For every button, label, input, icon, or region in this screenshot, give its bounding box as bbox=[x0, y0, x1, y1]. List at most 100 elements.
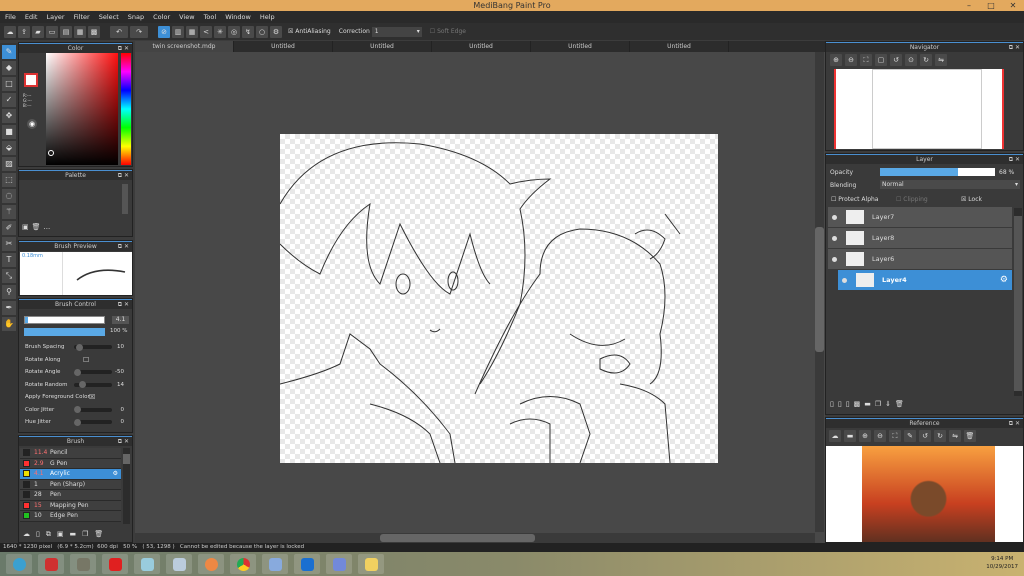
color-picker-handle[interactable] bbox=[48, 150, 54, 156]
fit-icon[interactable]: ⛶ bbox=[889, 430, 901, 442]
layer-visibility-icon[interactable] bbox=[842, 277, 847, 283]
snap-concentric-icon[interactable]: ◎ bbox=[228, 25, 240, 38]
dot-tool-icon[interactable]: □ bbox=[2, 77, 16, 91]
merge-down-icon[interactable]: ⇓ bbox=[885, 400, 891, 408]
layer-list-scrollbar[interactable] bbox=[1014, 208, 1022, 396]
operation-tool-icon[interactable]: ⤡ bbox=[2, 269, 16, 283]
clipping-checkbox[interactable]: ☐ Clipping bbox=[896, 196, 928, 203]
antialiasing-checkbox[interactable]: ☒ AntiAliasing bbox=[288, 28, 331, 35]
start-button[interactable] bbox=[6, 554, 32, 574]
rotate-random-slider[interactable] bbox=[74, 381, 112, 388]
select-pen-icon[interactable]: ✓ bbox=[2, 93, 16, 107]
brush-item[interactable]: 1 Pen (Sharp) bbox=[20, 479, 121, 490]
close-button[interactable]: ✕ bbox=[1002, 0, 1024, 11]
snap-radial-icon[interactable]: ✳ bbox=[214, 25, 226, 38]
layer-settings-gear-icon[interactable]: ⚙ bbox=[1000, 275, 1008, 285]
magic-wand-icon[interactable]: ⚚ bbox=[2, 205, 16, 219]
brush-item[interactable]: 4.1 Acrylic ⚙ bbox=[20, 469, 121, 480]
snap-grid-icon[interactable]: ▦ bbox=[186, 25, 198, 38]
snap-parallel-icon[interactable]: ▥ bbox=[172, 25, 184, 38]
taskbar-app-monitor[interactable] bbox=[166, 554, 192, 574]
delete-layer-icon[interactable]: 🗑 bbox=[895, 400, 904, 408]
cloud-icon[interactable]: ☁ bbox=[4, 25, 16, 38]
correction-select[interactable]: 1 ▾ bbox=[371, 26, 422, 37]
taskbar-app-medibang[interactable] bbox=[198, 554, 224, 574]
apply-foreground-checkbox[interactable]: ☒ bbox=[89, 393, 95, 401]
horizontal-scrollbar[interactable] bbox=[135, 533, 815, 543]
folder-icon[interactable]: ▬ bbox=[69, 530, 76, 539]
blending-select[interactable]: Normal ▾ bbox=[880, 180, 1020, 189]
new-brush-icon[interactable]: ▯ bbox=[36, 530, 40, 539]
palette-scrollbar[interactable] bbox=[122, 184, 128, 214]
fill-rect-icon[interactable]: ■ bbox=[2, 125, 16, 139]
undo-icon[interactable]: ↶ bbox=[110, 25, 128, 38]
panel-close-icon[interactable]: ⧉ ✕ bbox=[1009, 419, 1020, 429]
menu-window[interactable]: Window bbox=[225, 11, 251, 23]
menu-view[interactable]: View bbox=[179, 11, 194, 23]
rotate-right-icon[interactable]: ↻ bbox=[934, 430, 946, 442]
system-clock[interactable]: 9:14 PM 10/29/2017 bbox=[986, 555, 1018, 571]
rotate-angle-slider[interactable] bbox=[74, 368, 112, 376]
snap-curve-icon[interactable]: ↯ bbox=[242, 25, 254, 38]
actual-size-icon[interactable]: ▢ bbox=[875, 54, 887, 66]
panel-close-icon[interactable]: ⧉ ✕ bbox=[118, 242, 129, 252]
saturation-value-picker[interactable] bbox=[46, 53, 118, 165]
drawing-canvas[interactable] bbox=[279, 134, 718, 464]
rotate-left-icon[interactable]: ↺ bbox=[890, 54, 902, 66]
taskbar-app-paint[interactable] bbox=[262, 554, 288, 574]
lock-checkbox[interactable]: ☒ Lock bbox=[961, 196, 982, 203]
select-eraser-icon[interactable]: ✂ bbox=[2, 237, 16, 251]
protect-alpha-checkbox[interactable]: ☐ Protect Alpha bbox=[831, 196, 878, 203]
color-wheel-icon[interactable]: ◉ bbox=[27, 119, 37, 129]
panel-close-icon[interactable]: ⧉ ✕ bbox=[118, 300, 129, 310]
menu-file[interactable]: File bbox=[5, 11, 16, 23]
cloud-brush-icon[interactable]: ☁ bbox=[23, 530, 30, 539]
maximize-button[interactable]: □ bbox=[980, 0, 1002, 11]
eyedropper-icon[interactable]: ⚲ bbox=[2, 285, 16, 299]
cloud-import-icon[interactable]: ☁ bbox=[829, 430, 841, 442]
brush-item[interactable]: 2.9 G Pen bbox=[20, 458, 121, 469]
taskbar-app-chrome[interactable] bbox=[230, 554, 256, 574]
panel-close-icon[interactable]: ⧉ ✕ bbox=[1009, 43, 1020, 53]
brush-item[interactable]: 10 Edge Pen bbox=[20, 511, 121, 522]
brush-item[interactable]: 28 Pen bbox=[20, 490, 121, 501]
comment-icon[interactable]: ▰ bbox=[32, 25, 44, 38]
bucket-tool-icon[interactable]: ⬙ bbox=[2, 141, 16, 155]
tab-untitled[interactable]: Untitled bbox=[531, 41, 630, 52]
soft-edge-checkbox[interactable]: ☐ Soft Edge bbox=[430, 28, 466, 35]
tab-untitled[interactable]: Untitled bbox=[234, 41, 333, 52]
tab-twin-screenshot[interactable]: twin screenshot.mdp bbox=[135, 41, 234, 52]
palette-more-button[interactable]: ... bbox=[44, 223, 51, 231]
rotate-left-icon[interactable]: ↺ bbox=[919, 430, 931, 442]
brush-list-scrollbar[interactable] bbox=[123, 448, 130, 524]
color-jitter-slider[interactable] bbox=[74, 406, 112, 413]
rotate-reset-icon[interactable]: ⊙ bbox=[905, 54, 917, 66]
brush-size-value[interactable]: 4.1 bbox=[112, 316, 129, 324]
rotate-right-icon[interactable]: ↻ bbox=[920, 54, 932, 66]
vertical-scrollbar[interactable] bbox=[815, 52, 824, 532]
brush-item[interactable]: 11.4 Pencil bbox=[20, 448, 121, 459]
grid-icon[interactable]: ▦ bbox=[74, 25, 86, 38]
navigator-preview[interactable] bbox=[834, 69, 1004, 149]
tab-untitled[interactable]: Untitled bbox=[432, 41, 531, 52]
taskbar-app-gimp[interactable] bbox=[70, 554, 96, 574]
brush-item[interactable]: 15 Mapping Pen bbox=[20, 500, 121, 511]
zoom-out-icon[interactable]: ⊖ bbox=[845, 54, 857, 66]
taskbar-app-bookmark[interactable] bbox=[38, 554, 64, 574]
layer-visibility-icon[interactable] bbox=[832, 235, 837, 241]
save-icon[interactable]: ▤ bbox=[60, 25, 72, 38]
menu-help[interactable]: Help bbox=[260, 11, 275, 23]
zoom-out-icon[interactable]: ⊖ bbox=[874, 430, 886, 442]
layer-item[interactable]: Layer7 bbox=[828, 207, 1012, 227]
folder-icon[interactable]: ▬ bbox=[864, 400, 871, 408]
new-layer-1bit-icon[interactable]: ▯ bbox=[846, 400, 850, 408]
brush-settings-gear-icon[interactable]: ⚙ bbox=[113, 470, 118, 477]
panel-close-icon[interactable]: ⧉ ✕ bbox=[1009, 155, 1020, 165]
gradient-tool-icon[interactable]: ▨ bbox=[2, 157, 16, 171]
tab-untitled[interactable]: Untitled bbox=[630, 41, 729, 52]
export-icon[interactable]: ⇪ bbox=[18, 25, 30, 38]
rotate-along-checkbox[interactable]: ☐ bbox=[83, 356, 89, 364]
zoom-in-icon[interactable]: ⊕ bbox=[859, 430, 871, 442]
brush-tool-icon[interactable]: ✎ bbox=[2, 45, 16, 59]
hand-tool-icon[interactable]: ✋ bbox=[2, 317, 16, 331]
